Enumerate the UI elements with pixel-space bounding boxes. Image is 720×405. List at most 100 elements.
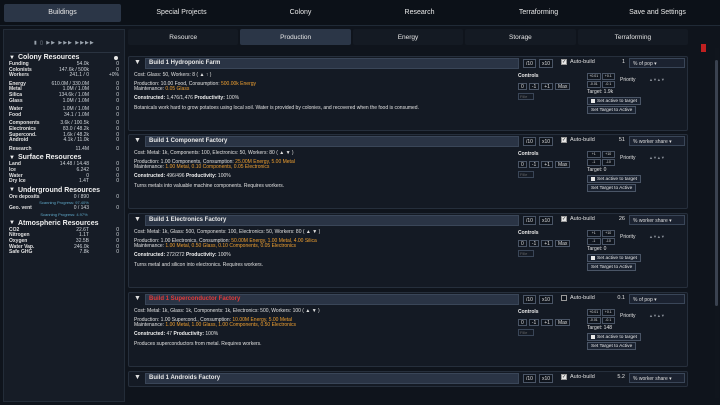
priority-step-button[interactable]: -10 xyxy=(601,238,615,245)
autobuild-basis-select[interactable]: % worker share ▾ xyxy=(629,373,685,383)
playback-controls[interactable]: ▮ ▯ ▶▶ ▶▶▶ ▶▶▶▶ xyxy=(34,40,124,50)
tab-colony[interactable]: Colony xyxy=(242,4,359,22)
set-target-button[interactable]: Set Target to Active xyxy=(587,342,637,350)
fill-input[interactable]: Fille xyxy=(518,171,534,178)
triangle-down-icon[interactable]: ▼ xyxy=(9,55,15,61)
triangle-down-icon[interactable]: ▼ xyxy=(134,216,141,223)
priority-step-button[interactable]: +10 xyxy=(601,151,615,158)
fill-input[interactable]: Fille xyxy=(518,93,534,100)
control-button[interactable]: 0 xyxy=(518,240,527,247)
divide-10-button[interactable]: /10 xyxy=(523,374,536,383)
close-indicator[interactable] xyxy=(701,44,706,52)
checkbox-icon[interactable] xyxy=(591,176,595,181)
checkbox-icon[interactable] xyxy=(591,255,595,260)
tab-research[interactable]: Research xyxy=(361,4,478,22)
autobuild-basis-select[interactable]: % of pop ▾ xyxy=(629,58,685,68)
multiply-10-button[interactable]: x10 xyxy=(539,295,554,304)
multiply-10-button[interactable]: x10 xyxy=(539,59,554,68)
autobuild-value[interactable]: 51 xyxy=(605,137,625,143)
divide-10-button[interactable]: /10 xyxy=(523,295,536,304)
control-button[interactable]: 0 xyxy=(518,319,527,326)
priority-step-button[interactable]: +0.1 xyxy=(601,309,615,316)
tab-special-projects[interactable]: Special Projects xyxy=(123,4,240,22)
fill-input[interactable]: Fille xyxy=(518,250,534,257)
divide-10-button[interactable]: /10 xyxy=(523,137,536,146)
checkbox-icon[interactable] xyxy=(591,334,595,339)
set-target-button[interactable]: Set Target to Active xyxy=(587,263,637,271)
priority-step-button[interactable]: -10 xyxy=(601,159,615,166)
priority-step-button[interactable]: +1 xyxy=(587,151,601,158)
autobuild-checkbox[interactable]: ✓ xyxy=(561,59,567,65)
autobuild-checkbox[interactable] xyxy=(561,295,567,301)
subtab-resource[interactable]: Resource xyxy=(128,29,239,45)
set-target-button[interactable]: Set Target to Active xyxy=(587,106,637,114)
control-button[interactable]: 0 xyxy=(518,161,527,168)
control-button[interactable]: Max xyxy=(554,240,571,247)
checkbox-icon[interactable] xyxy=(591,98,595,103)
subtab-terraforming[interactable]: Terraforming xyxy=(577,29,689,45)
priority-step-button[interactable]: -0.1 xyxy=(601,317,615,324)
control-button[interactable]: Max xyxy=(554,161,571,168)
subtab-energy[interactable]: Energy xyxy=(352,29,464,45)
multiply-10-button[interactable]: x10 xyxy=(539,137,554,146)
autobuild-checkbox[interactable]: ✓ xyxy=(561,374,567,380)
triangle-down-icon[interactable]: ▼ xyxy=(134,374,141,381)
control-button[interactable]: +1 xyxy=(541,319,553,326)
set-target-button[interactable]: Set Target to Active xyxy=(587,184,637,192)
priority-step-button[interactable]: +0.01 xyxy=(587,309,601,316)
priority-arrows-icon[interactable]: ▲▼▲▼ xyxy=(649,155,665,160)
autobuild-basis-select[interactable]: % worker share ▾ xyxy=(629,136,685,146)
tab-terraforming[interactable]: Terraforming xyxy=(480,4,597,22)
autobuild-checkbox[interactable]: ✓ xyxy=(561,137,567,143)
triangle-down-icon[interactable]: ▼ xyxy=(134,295,141,302)
triangle-down-icon[interactable]: ▼ xyxy=(9,155,15,161)
autobuild-basis-select[interactable]: % of pop ▾ xyxy=(629,294,685,304)
autobuild-value[interactable]: 5.2 xyxy=(605,374,625,380)
control-button[interactable]: -1 xyxy=(528,319,540,326)
priority-step-button[interactable]: -1 xyxy=(587,238,601,245)
triangle-down-icon[interactable]: ▼ xyxy=(134,59,141,66)
build-button[interactable]: Build 1 Androids Factory xyxy=(145,373,519,384)
control-button[interactable]: -1 xyxy=(528,83,540,90)
autobuild-basis-select[interactable]: % worker share ▾ xyxy=(629,215,685,225)
set-active-button[interactable]: Set active to target xyxy=(587,333,641,341)
set-active-button[interactable]: Set active to target xyxy=(587,254,641,262)
fill-input[interactable]: Fille xyxy=(518,329,534,336)
autobuild-checkbox[interactable]: ✓ xyxy=(561,216,567,222)
priority-step-button[interactable]: +10 xyxy=(601,230,615,237)
multiply-10-button[interactable]: x10 xyxy=(539,216,554,225)
build-button[interactable]: Build 1 Component Factory xyxy=(145,136,519,147)
control-button[interactable]: +1 xyxy=(541,240,553,247)
priority-arrows-icon[interactable]: ▲▼▲▼ xyxy=(649,234,665,239)
toggle-dot-icon[interactable] xyxy=(114,55,118,60)
divide-10-button[interactable]: /10 xyxy=(523,216,536,225)
priority-arrows-icon[interactable]: ▲▼▲▼ xyxy=(649,77,665,82)
build-button[interactable]: Build 1 Hydroponic Farm xyxy=(145,58,519,69)
triangle-down-icon[interactable]: ▼ xyxy=(9,187,15,193)
control-button[interactable]: -1 xyxy=(528,161,540,168)
tab-save-and-settings[interactable]: Save and Settings xyxy=(599,4,716,22)
priority-step-button[interactable]: -0.01 xyxy=(587,317,601,324)
autobuild-value[interactable]: 0.1 xyxy=(605,295,625,301)
priority-step-button[interactable]: +0.01 xyxy=(587,73,601,80)
build-button[interactable]: Build 1 Electronics Factory xyxy=(145,215,519,226)
priority-step-button[interactable]: -0.1 xyxy=(601,81,615,88)
priority-step-button[interactable]: -1 xyxy=(587,159,601,166)
autobuild-value[interactable]: 1 xyxy=(605,59,625,65)
scrollbar-thumb[interactable] xyxy=(715,60,718,306)
priority-arrows-icon[interactable]: ▲▼▲▼ xyxy=(649,313,665,318)
control-button[interactable]: Max xyxy=(554,319,571,326)
priority-step-button[interactable]: -0.01 xyxy=(587,81,601,88)
control-button[interactable]: 0 xyxy=(518,83,527,90)
section-title[interactable]: ▼ Atmospheric Resources xyxy=(4,218,124,228)
divide-10-button[interactable]: /10 xyxy=(523,59,536,68)
tab-buildings[interactable]: Buildings xyxy=(4,3,121,22)
priority-step-button[interactable]: +1 xyxy=(587,230,601,237)
control-button[interactable]: +1 xyxy=(541,161,553,168)
build-button[interactable]: Build 1 Superconductor Factory xyxy=(145,294,519,305)
set-active-button[interactable]: Set active to target xyxy=(587,97,641,105)
control-button[interactable]: +1 xyxy=(541,83,553,90)
triangle-down-icon[interactable]: ▼ xyxy=(134,137,141,144)
control-button[interactable]: -1 xyxy=(528,240,540,247)
multiply-10-button[interactable]: x10 xyxy=(539,374,554,383)
